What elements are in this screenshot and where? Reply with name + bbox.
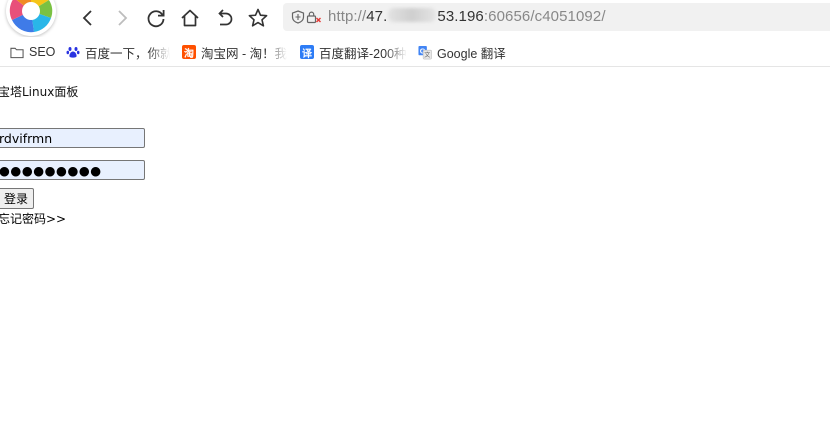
bookmark-baidu[interactable]: 百度一下，你就 <box>66 43 170 61</box>
star-icon <box>248 8 268 27</box>
url-scheme: http:// <box>328 8 367 25</box>
address-bar[interactable]: http://47. 53.196:60656/c4051092/ <box>283 3 830 31</box>
svg-text:文: 文 <box>424 51 430 59</box>
bookmark-baidu-translate[interactable]: 译 百度翻译-200种 <box>300 43 408 61</box>
url-path: :60656/c4051092/ <box>483 8 606 25</box>
page-content: 宝塔Linux面板 登录 忘记密码>> <box>0 67 830 426</box>
bookmark-google-translate[interactable]: G 文 Google 翻译 <box>418 43 518 61</box>
baidu-paw-icon <box>66 45 80 59</box>
google-translate-icon: G 文 <box>418 45 432 59</box>
bookmark-star-button[interactable] <box>246 6 270 30</box>
bookmark-taobao[interactable]: 淘 淘宝网 - 淘！我 <box>182 43 288 61</box>
username-input[interactable] <box>0 128 145 148</box>
bookmark-label: 淘宝网 - 淘！我 <box>201 46 288 61</box>
forward-arrow-icon <box>118 10 128 26</box>
login-button[interactable]: 登录 <box>0 188 35 209</box>
page-title: 宝塔Linux面板 <box>0 85 79 99</box>
bookmark-label: Google 翻译 <box>437 46 506 61</box>
folder-icon <box>10 45 24 59</box>
undo-icon <box>218 9 233 26</box>
home-button[interactable] <box>178 6 202 30</box>
url-host-end: 53.196 <box>437 8 484 25</box>
taobao-icon: 淘 <box>182 45 196 60</box>
url-redacted-segment <box>388 8 437 22</box>
undo-close-tab-button[interactable] <box>212 6 236 30</box>
bookmark-seo[interactable]: SEO <box>10 43 58 61</box>
url-host-start: 47. <box>366 8 388 25</box>
url-text[interactable]: http://47. 53.196:60656/c4051092/ <box>328 8 606 25</box>
reload-button[interactable] <box>144 6 168 30</box>
password-input[interactable] <box>0 160 145 180</box>
browser-toolbar: http://47. 53.196:60656/c4051092/ <box>0 0 830 36</box>
bookmark-label: 百度一下，你就 <box>85 46 170 61</box>
bookmark-label: 百度翻译-200种 <box>319 46 407 61</box>
insecure-lock-icon[interactable] <box>306 10 322 24</box>
reload-icon <box>147 10 165 28</box>
back-arrow-icon <box>82 10 92 26</box>
forgot-password-link[interactable]: 忘记密码>> <box>0 210 66 227</box>
forward-button[interactable] <box>110 6 134 30</box>
shield-icon[interactable] <box>291 10 305 24</box>
back-button[interactable] <box>76 6 100 30</box>
browser-logo-icon[interactable] <box>6 0 56 36</box>
baidu-translate-icon: 译 <box>300 45 314 60</box>
bookmark-label: SEO <box>29 45 56 59</box>
home-icon <box>181 9 199 27</box>
bookmarks-bar: SEO 百度一下，你就 淘 淘宝网 - 淘！我 译 百度翻译-200种 G 文 … <box>0 37 830 67</box>
